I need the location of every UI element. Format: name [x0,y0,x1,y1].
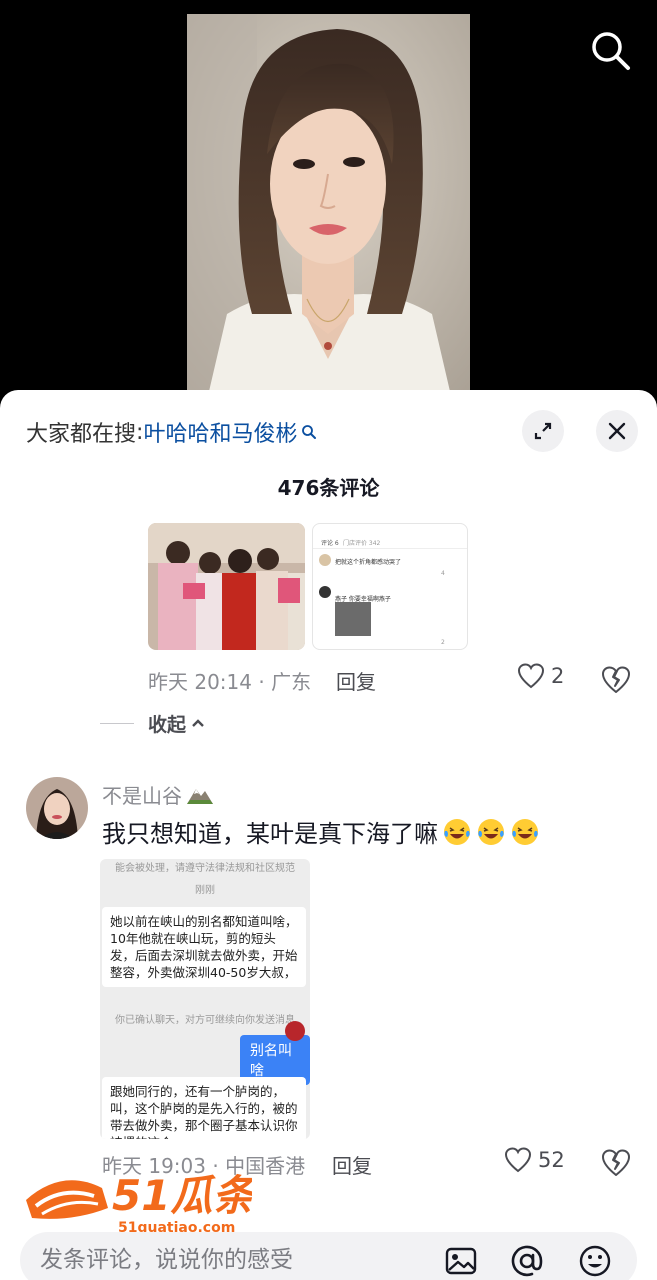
chat-top-notice: 能会被处理，请遵守法律法规和社区规范 [115,863,295,874]
broken-heart-icon[interactable] [601,665,631,695]
close-button[interactable] [596,410,638,452]
avatar[interactable] [26,777,88,839]
username-text: 不是山谷 [102,784,182,808]
comment-text: 我只想知道，某叶是真下海了嘛 [102,814,540,849]
search-icon [302,425,317,439]
emoji-icon[interactable] [578,1244,612,1278]
chat-notice-2: 你已确认聊天，对方可继续向你发送消息 [115,1015,295,1026]
chevron-up-icon [192,719,204,727]
video-portrait-image [187,14,470,400]
watermark-logo: 51瓜条 51guatiao.com [22,1160,259,1240]
hot-search-colon: : [136,419,144,445]
comment-input[interactable] [40,1244,430,1276]
chat-time: 刚刚 [195,885,215,896]
username[interactable]: 不是山谷 [102,780,214,809]
search-button[interactable] [588,28,634,74]
comment-image-chat-screenshot[interactable]: 能会被处理，请遵守法律法规和社区规范 刚刚 她以前在峡山的别名都知道叫啥，10年… [100,859,310,1139]
laugh-cry-emoji-icon [512,818,538,845]
avatar-image [26,777,88,839]
laugh-cry-emoji-icon [478,818,504,845]
heart-icon [504,1147,532,1173]
video-player[interactable] [0,0,657,400]
collapse-replies-button[interactable]: 收起 [100,708,206,738]
divider [313,548,467,549]
divider [100,722,134,724]
shot-like-count: 2 [441,639,445,646]
video-frame[interactable] [187,14,470,400]
reply-image-wedding[interactable] [148,523,305,650]
wedding-photo [148,523,305,650]
laugh-cry-emoji-icon [444,818,470,845]
watermark-brand: 51瓜条 [112,1171,252,1220]
sender-avatar [285,1021,305,1041]
mountain-emoji-icon [187,788,213,804]
shot-comment-1: 把就这个折角都感动哭了 [335,559,402,566]
shot-tab-comments: 评论 6 [321,540,339,547]
avatar [319,554,331,566]
broken-heart-icon[interactable] [601,1148,631,1178]
chat-message-2: 跟她同行的，还有一个胪岗的，叫，这个胪岗的是先入行的，被的带去做外卖，那个圈子基… [102,1077,306,1139]
hot-search-term[interactable]: 叶哈哈和马俊彬 [143,416,297,448]
comment-text-body: 我只想知道，某叶是真下海了嘛 [102,820,438,848]
heart-icon [517,663,545,689]
reply-button[interactable]: 回复 [336,666,376,695]
shot-photo [335,602,371,636]
expand-icon [534,422,552,440]
shot-like-count: 4 [441,570,445,577]
shot-tab-reviews: 门店评价 342 [343,540,381,547]
like-button[interactable]: 2 [517,663,564,689]
avatar [319,586,331,598]
expand-button[interactable] [522,410,564,452]
comment-input-bar [20,1232,637,1280]
hot-search-bar[interactable]: 大家都在搜 : 叶哈哈和马俊彬 [26,412,317,452]
like-count: 52 [538,1148,565,1172]
like-button[interactable]: 52 [504,1147,565,1173]
collapse-label: 收起 [148,713,187,736]
search-icon [592,32,630,70]
hot-search-prefix: 大家都在搜 [26,422,137,447]
like-count: 2 [551,664,565,688]
mention-icon[interactable] [510,1244,544,1278]
reply-button[interactable]: 回复 [332,1150,372,1179]
image-icon[interactable] [444,1244,478,1278]
comment-count: 476条评论 [277,476,380,500]
reply-time-location: 昨天 20:14 · 广东 [148,670,312,694]
watermark-logo-image: 51瓜条 51guatiao.com [26,1171,259,1236]
comment-sheet: 大家都在搜 : 叶哈哈和马俊彬 476条评论 评论 6 门店评价 342 把就这… [0,390,657,1280]
close-icon [608,422,626,440]
reply-image-screenshot[interactable]: 评论 6 门店评价 342 把就这个折角都感动哭了 4 燕子 你要幸福啊燕子 2 [312,523,468,650]
chat-message-1: 她以前在峡山的别名都知道叫啥，10年他就在峡山玩，剪的短头发，后面去深圳就去做外… [102,907,306,987]
